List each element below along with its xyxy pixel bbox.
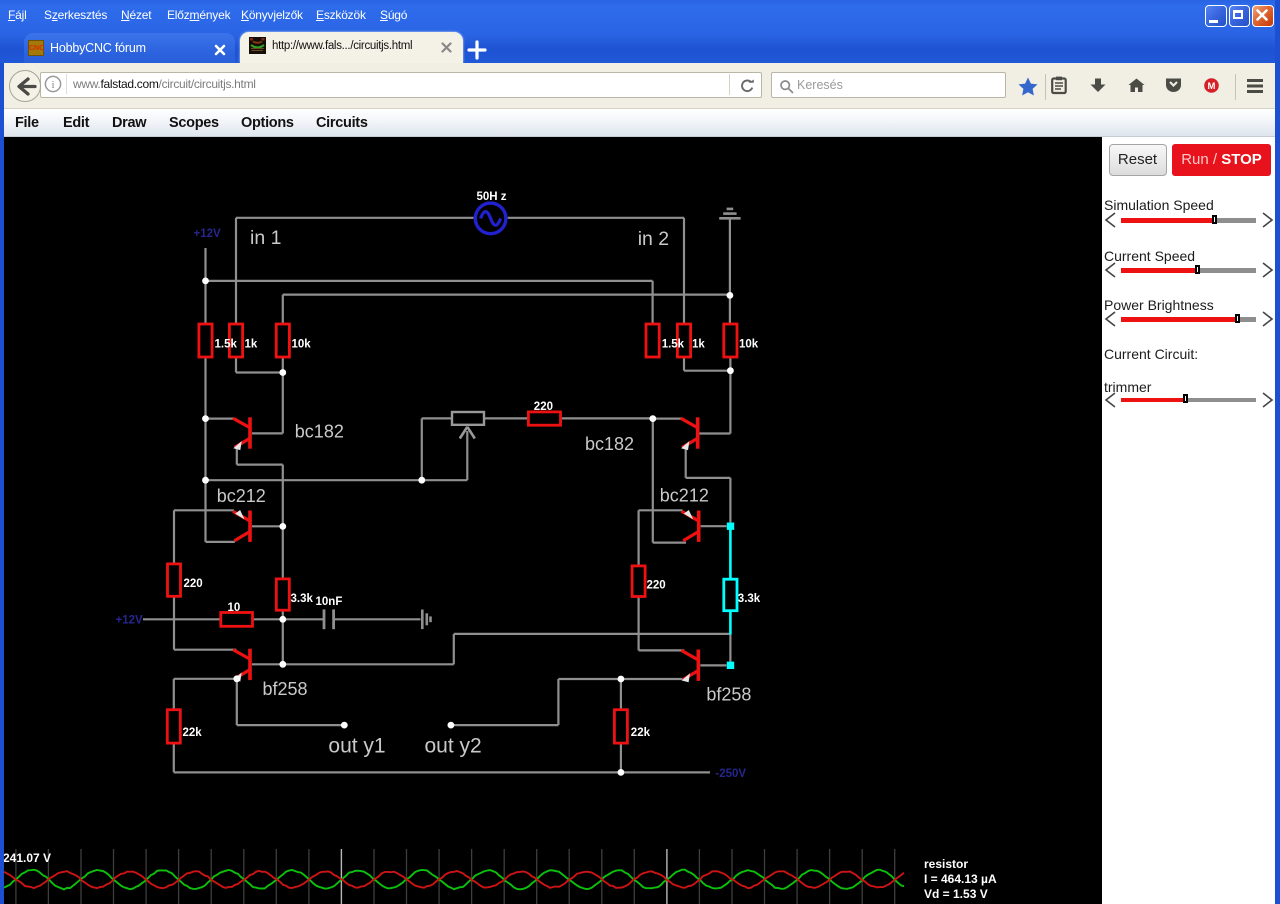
svg-text:220: 220	[647, 580, 666, 592]
svg-text:3.3k: 3.3k	[738, 593, 761, 605]
svg-text:+12V: +12V	[194, 228, 222, 240]
svg-text:22k: 22k	[631, 727, 651, 739]
svg-text:1.5k: 1.5k	[662, 338, 685, 350]
svg-text:10k: 10k	[739, 338, 759, 350]
svg-text:bc212: bc212	[660, 485, 709, 505]
svg-text:in 1: in 1	[250, 227, 281, 249]
svg-text:bc182: bc182	[295, 422, 344, 442]
svg-text:50H z: 50H z	[477, 191, 507, 203]
svg-text:bf258: bf258	[263, 679, 308, 699]
svg-text:10nF: 10nF	[316, 596, 343, 608]
svg-text:Vd = 1.53 V: Vd = 1.53 V	[924, 887, 988, 901]
svg-text:3.3k: 3.3k	[291, 593, 314, 605]
svg-text:in 2: in 2	[638, 228, 669, 250]
svg-text:+12V: +12V	[116, 615, 144, 627]
svg-text:out y2: out y2	[425, 734, 482, 757]
svg-text:10k: 10k	[292, 338, 312, 350]
svg-text:220: 220	[184, 578, 203, 590]
svg-text:I = 464.13 µA: I = 464.13 µA	[924, 872, 997, 886]
svg-text:220: 220	[534, 401, 553, 413]
svg-text:1.5k: 1.5k	[215, 338, 238, 350]
svg-text:241.07 V: 241.07 V	[4, 851, 51, 865]
svg-text:22k: 22k	[183, 727, 203, 739]
svg-text:-250V: -250V	[715, 768, 746, 780]
svg-text:bf258: bf258	[706, 684, 751, 704]
svg-text:bc212: bc212	[217, 486, 266, 506]
svg-text:bc182: bc182	[585, 434, 634, 454]
svg-text:resistor: resistor	[924, 857, 968, 871]
svg-text:1k: 1k	[245, 338, 258, 350]
svg-text:out y1: out y1	[328, 734, 385, 757]
svg-text:M: M	[1208, 81, 1216, 92]
svg-text:10: 10	[228, 602, 241, 614]
svg-text:1k: 1k	[692, 338, 705, 350]
svg-text:i: i	[51, 79, 54, 91]
